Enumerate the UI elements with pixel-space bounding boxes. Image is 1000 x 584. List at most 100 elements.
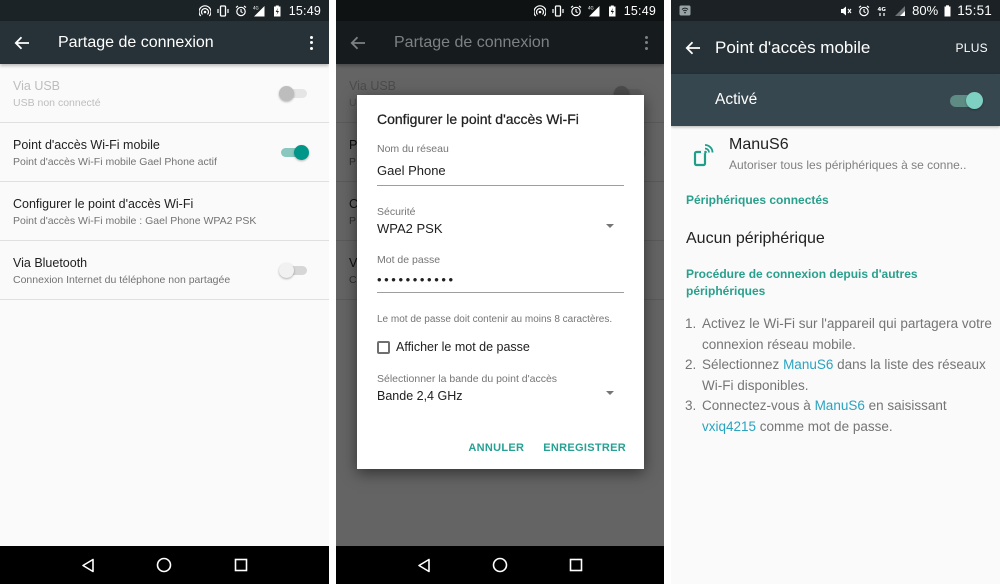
usb-toggle[interactable] — [279, 86, 307, 101]
4g-icon: 4G — [878, 7, 886, 16]
recents-square-icon[interactable] — [569, 558, 583, 572]
hotspot-network-item[interactable]: ManuS6 Autoriser tous les périphériques … — [671, 134, 1000, 182]
item-title: Via USB — [13, 79, 61, 93]
security-dropdown[interactable]: WPA2 PSK — [377, 218, 624, 238]
password-value: ••••••••••• — [377, 272, 456, 287]
arrow-left-icon — [14, 36, 29, 49]
item-subtitle: Point d'accès Wi-Fi mobile Gael Phone ac… — [13, 156, 217, 168]
battery-charging-icon — [608, 5, 616, 16]
cancel-button[interactable]: ANNULER — [468, 442, 524, 454]
password-field[interactable]: ••••••••••• — [377, 266, 624, 293]
nav-bar — [336, 546, 664, 584]
list-item-configure-hotspot[interactable]: Configurer le point d'accès Wi-Fi Point … — [0, 182, 329, 241]
step-text: Activez le Wi-Fi sur l'appareil qui part… — [702, 316, 992, 352]
dropdown-caret-icon — [606, 391, 614, 395]
recents-square-icon[interactable] — [234, 558, 248, 572]
vibrate-icon — [217, 4, 229, 17]
hotspot-master-toggle[interactable] — [950, 92, 983, 109]
item-subtitle: Connexion Internet du téléphone non part… — [13, 274, 231, 286]
band-label: Sélectionner la bande du point d'accès — [377, 373, 558, 385]
security-label: Sécurité — [377, 206, 416, 218]
page-title: Partage de connexion — [58, 33, 214, 51]
page-title: Partage de connexion — [394, 33, 550, 51]
show-password-label: Afficher le mot de passe — [396, 340, 530, 354]
network-name-label: Nom du réseau — [377, 143, 449, 155]
list-item-bluetooth[interactable]: Via Bluetooth Connexion Internet du télé… — [0, 241, 329, 300]
alarm-icon — [858, 5, 870, 16]
home-circle-icon[interactable] — [492, 557, 508, 573]
show-password-checkbox[interactable] — [377, 340, 390, 354]
show-password-row[interactable]: Afficher le mot de passe — [377, 340, 624, 354]
more-options-button[interactable] — [628, 21, 664, 64]
list-item-wifi-hotspot[interactable]: Point d'accès Wi-Fi mobile Point d'accès… — [0, 123, 329, 182]
back-triangle-icon[interactable] — [417, 558, 431, 573]
step-text: Sélectionnez ManuS6 dans la liste des ré… — [702, 355, 992, 396]
password-label: Mot de passe — [377, 254, 441, 266]
procedure-header: Procédure de connexion depuis d'autres p… — [686, 267, 918, 298]
status-bar: 4G 15:49 — [336, 0, 664, 21]
step-3: 3. Connectez-vous à ManuS6 en saisissant… — [685, 396, 992, 437]
phone-screen-tethering: 4G 15:49 Partage de connexion Via USB US… — [0, 0, 329, 584]
step-text-part: Connectez-vous à — [702, 398, 815, 413]
network-name-field[interactable]: Gael Phone — [377, 155, 624, 186]
item-title: Via Bluetooth — [13, 256, 88, 270]
mute-icon — [841, 6, 852, 15]
status-bar: 4G 15:49 — [0, 0, 329, 21]
dropdown-caret-icon — [606, 224, 614, 228]
step-text: Connectez-vous à ManuS6 en saisissant vx… — [702, 396, 992, 437]
configure-hotspot-dialog: Configurer le point d'accès Wi-Fi Nom du… — [357, 95, 644, 469]
status-bar: 4G 80% 15:51 — [671, 0, 1000, 21]
network-name-highlight: ManuS6 — [783, 357, 834, 372]
svg-text:4G: 4G — [588, 5, 594, 10]
master-toggle-label: Activé — [715, 91, 758, 108]
more-button[interactable]: PLUS — [955, 41, 988, 55]
master-toggle-bar[interactable]: Activé — [671, 74, 1000, 126]
step-1: 1. Activez le Wi-Fi sur l'appareil qui p… — [685, 314, 992, 355]
back-button[interactable] — [0, 21, 44, 64]
connection-steps: 1. Activez le Wi-Fi sur l'appareil qui p… — [685, 314, 992, 437]
item-subtitle: USB non connecté — [13, 97, 101, 109]
app-bar: Partage de connexion — [0, 21, 329, 64]
battery-charging-icon — [273, 5, 281, 16]
status-time: 15:51 — [957, 3, 992, 18]
home-circle-icon[interactable] — [156, 557, 172, 573]
more-vert-icon — [644, 35, 648, 50]
item-subtitle: Point d'accès Wi-Fi mobile : Gael Phone … — [13, 215, 257, 227]
hotspot-icon — [533, 4, 546, 16]
phone-screen-configure-dialog: 4G 15:49 Partage de connexion Via USB US… — [336, 0, 664, 584]
save-button[interactable]: ENREGISTRER — [543, 442, 626, 454]
step-number: 2. — [685, 357, 697, 372]
bluetooth-toggle[interactable] — [279, 263, 307, 278]
app-bar: Partage de connexion — [336, 21, 664, 64]
dialog-title: Configurer le point d'accès Wi-Fi — [377, 111, 579, 127]
arrow-left-icon — [350, 36, 365, 49]
step-number: 3. — [685, 398, 697, 413]
band-dropdown[interactable]: Bande 2,4 GHz — [377, 385, 624, 405]
network-name: ManuS6 — [729, 136, 789, 153]
wifi-hotspot-toggle[interactable] — [281, 145, 309, 160]
password-hint: Le mot de passe doit contenir au moins 8… — [377, 314, 613, 325]
back-button[interactable] — [671, 26, 711, 69]
step-number: 1. — [685, 316, 697, 331]
alarm-icon — [235, 5, 247, 16]
network-name-value: Gael Phone — [377, 163, 446, 178]
app-bar: Point d'accès mobile PLUS — [671, 21, 1000, 74]
phone-screen-mobile-hotspot: 4G 80% 15:51 Point d'accès mobile PLUS A… — [671, 0, 1000, 584]
alarm-icon — [570, 5, 582, 16]
phone-wifi-icon — [693, 144, 714, 167]
arrow-left-icon — [685, 41, 700, 54]
step-text-part: en saisissant — [864, 398, 947, 413]
status-time: 15:49 — [288, 3, 321, 18]
list-item-usb[interactable]: Via USB USB non connecté — [0, 64, 329, 123]
back-button[interactable] — [336, 21, 380, 64]
vibrate-icon — [552, 4, 564, 17]
item-title: Configurer le point d'accès Wi-Fi — [13, 197, 194, 211]
nav-bar — [0, 546, 329, 584]
more-options-button[interactable] — [293, 21, 329, 64]
step-text-part: Sélectionnez — [702, 357, 784, 372]
battery-icon — [944, 4, 951, 16]
back-triangle-icon[interactable] — [81, 558, 95, 573]
network-subtitle: Autoriser tous les périphériques à se co… — [729, 158, 967, 172]
battery-percent: 80% — [912, 3, 939, 18]
password-highlight: vxiq4215 — [702, 418, 757, 434]
